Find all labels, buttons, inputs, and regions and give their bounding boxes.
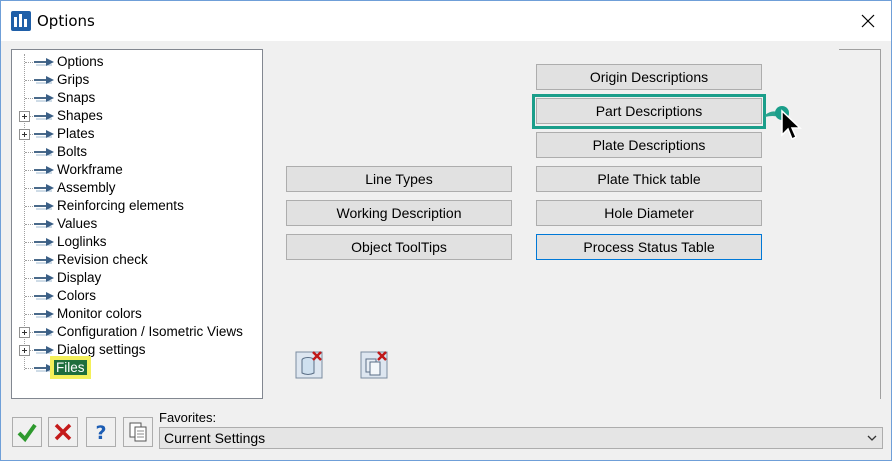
chevron-down-icon [867,435,877,441]
tree-item[interactable]: Shapes [12,107,262,125]
object-tooltips-button[interactable]: Object ToolTips [286,234,512,260]
tree-item-label: Files [50,356,91,379]
process-status-table-button[interactable]: Process Status Table [536,234,762,260]
tree-item[interactable]: Workframe [12,161,262,179]
tree-item[interactable]: Loglinks [12,233,262,251]
help-question-icon: ? [95,422,106,443]
tree-item-label: Plates [57,126,95,141]
tree-item[interactable]: Assembly [12,179,262,197]
expand-plus-icon[interactable] [19,327,30,338]
working-description-button[interactable]: Working Description [286,200,512,226]
plate-descriptions-button[interactable]: Plate Descriptions [536,132,762,158]
panel-gap [273,49,839,51]
help-button[interactable]: ? [86,417,116,447]
close-button[interactable] [851,7,885,35]
tree-item-label: Options [57,54,104,69]
ok-button[interactable] [12,417,42,447]
tree-item[interactable]: Files [12,356,262,379]
tree-item-label: Reinforcing elements [57,198,184,213]
tree-item-label: Bolts [57,144,88,159]
tree-item[interactable]: Grips [12,71,262,89]
cancel-button[interactable] [48,417,78,447]
title-bar: Options [1,1,891,41]
cancel-x-icon [54,423,72,441]
tree-item-label: Monitor colors [57,306,142,321]
copy-settings-button[interactable] [123,417,153,447]
tree-item[interactable]: Values [12,215,262,233]
options-dialog: Options Options Grips Snaps Shapes Plates Bol… [0,0,892,461]
favorites-label: Favorites: [159,410,217,425]
delete-files-button[interactable] [359,349,391,381]
tree-item[interactable]: Reinforcing elements [12,197,262,215]
document-copy-icon [129,422,147,442]
delete-database-button[interactable] [294,349,326,381]
tree-item-label: Display [57,270,102,285]
plate-thick-table-button[interactable]: Plate Thick table [536,166,762,192]
tree-item-label: Loglinks [57,234,107,249]
expand-plus-icon[interactable] [19,111,30,122]
tree-item-label: Grips [57,72,90,87]
favorites-selected-value: Current Settings [164,430,266,446]
favorites-select[interactable]: Current Settings [159,427,883,449]
line-types-button[interactable]: Line Types [286,166,512,192]
tree-item[interactable]: Revision check [12,251,262,269]
tree-item[interactable]: Display [12,269,262,287]
app-logo-icon [11,11,31,31]
options-tree[interactable]: Options Grips Snaps Shapes Plates Bolts Workfr… [11,49,263,399]
window-title: Options [37,12,95,30]
database-delete-icon [295,351,323,379]
tree-item-label: Dialog settings [57,342,146,357]
expand-plus-icon[interactable] [19,129,30,140]
tree-item-label: Colors [57,288,97,303]
expand-plus-icon[interactable] [19,345,30,356]
tree-item-label: Configuration / Isometric Views [57,324,243,339]
checkmark-icon [17,423,37,443]
tree-item-label: Shapes [57,108,103,123]
tree-item-label: Values [57,216,98,231]
tree-item[interactable]: Snaps [12,89,262,107]
hole-diameter-button[interactable]: Hole Diameter [536,200,762,226]
tree-item[interactable]: Plates [12,125,262,143]
tree-item[interactable]: Options [12,53,262,71]
origin-descriptions-button[interactable]: Origin Descriptions [536,64,762,90]
tree-item-label: Assembly [57,180,116,195]
tree-item[interactable]: Monitor colors [12,305,262,323]
tree-item[interactable]: Colors [12,287,262,305]
tree-item-label: Revision check [57,252,148,267]
tree-item[interactable]: Dialog settings [12,341,262,359]
tree-item[interactable]: Bolts [12,143,262,161]
tree-item[interactable]: Configuration / Isometric Views [12,323,262,341]
tree-item-label: Workframe [57,162,123,177]
mouse-pointer-icon [781,109,802,141]
files-delete-icon [360,351,388,379]
tree-item-label: Snaps [57,90,96,105]
part-descriptions-button[interactable]: Part Descriptions [536,98,762,124]
close-icon [861,14,875,28]
svg-text:?: ? [95,422,106,443]
